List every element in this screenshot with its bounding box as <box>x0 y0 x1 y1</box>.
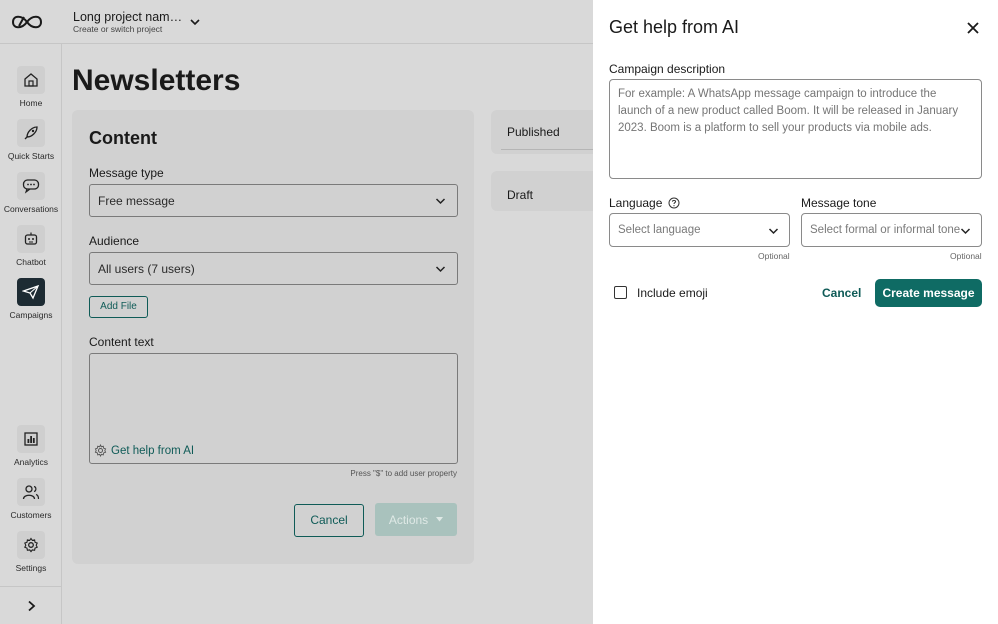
divider <box>501 149 593 150</box>
sidebar-item-label: Chatbot <box>16 257 46 267</box>
create-message-button[interactable]: Create message <box>875 279 982 307</box>
paper-plane-icon <box>17 278 45 306</box>
include-emoji-label[interactable]: Include emoji <box>637 286 708 300</box>
content-card: Content Message type Free message Audien… <box>72 110 474 564</box>
content-card-title: Content <box>89 128 157 148</box>
user-property-hint: Press "$" to add user property <box>350 469 457 478</box>
include-emoji-checkbox[interactable] <box>614 286 627 299</box>
published-card[interactable]: Published <box>491 110 593 154</box>
campaign-description-label: Campaign description <box>609 62 726 76</box>
users-icon <box>17 478 45 506</box>
drawer-cancel-button[interactable]: Cancel <box>822 286 861 300</box>
sidebar-item-conversations[interactable]: Conversations <box>0 172 62 224</box>
sidebar-item-label: Settings <box>15 563 47 573</box>
published-label: Published <box>507 125 560 139</box>
language-select[interactable]: Select language <box>609 213 790 247</box>
chevron-down-icon <box>435 198 446 205</box>
content-text-label: Content text <box>89 335 154 349</box>
sidebar-item-label: Analytics <box>13 457 48 467</box>
message-tone-label: Message tone <box>801 196 877 210</box>
actions-label: Actions <box>388 512 429 527</box>
draft-card[interactable]: Draft <box>491 171 593 211</box>
sidebar-item-settings[interactable]: Settings <box>0 531 62 583</box>
ai-sparkle-icon <box>94 444 107 457</box>
tone-placeholder: Select formal or informal tone <box>810 224 961 236</box>
message-type-label: Message type <box>89 166 164 180</box>
logo-icon[interactable] <box>10 11 44 33</box>
cancel-button[interactable]: Cancel <box>294 504 364 537</box>
chevron-down-icon <box>768 228 779 235</box>
expand-sidebar-button[interactable] <box>0 586 62 624</box>
project-subtitle: Create or switch project <box>73 24 163 34</box>
caret-down-icon <box>436 517 444 522</box>
page-title: Newsletters <box>72 64 241 97</box>
chat-icon <box>17 172 45 200</box>
bar-chart-icon <box>17 425 45 453</box>
add-file-button[interactable]: Add File <box>89 296 148 318</box>
message-tone-select[interactable]: Select formal or informal tone <box>801 213 982 247</box>
actions-button[interactable]: Actions <box>375 503 457 536</box>
audience-value: All users (7 users) <box>98 262 195 276</box>
sidebar-item-label: Campaigns <box>9 310 53 320</box>
home-icon <box>17 66 45 94</box>
language-placeholder: Select language <box>618 224 701 236</box>
ai-link-label: Get help from AI <box>111 444 195 457</box>
language-optional: Optional <box>758 251 790 261</box>
language-label-row: Language <box>609 196 680 210</box>
content-text-input[interactable]: Get help from AI <box>89 353 458 464</box>
audience-select[interactable]: All users (7 users) <box>89 252 458 285</box>
sidebar-item-label: Conversations <box>3 204 59 214</box>
get-help-from-ai-link[interactable]: Get help from AI <box>94 444 194 457</box>
help-circle-icon[interactable] <box>668 197 680 209</box>
message-type-select[interactable]: Free message <box>89 184 458 217</box>
tone-optional: Optional <box>950 251 982 261</box>
campaign-description-input[interactable] <box>609 79 982 179</box>
language-label: Language <box>609 196 663 210</box>
ai-help-drawer: Get help from AI Campaign description La… <box>593 0 998 624</box>
gear-icon <box>17 531 45 559</box>
sidebar-item-campaigns[interactable]: Campaigns <box>0 278 62 330</box>
project-name[interactable]: Long project nam… <box>73 10 182 24</box>
draft-label: Draft <box>507 188 534 202</box>
rocket-icon <box>17 119 45 147</box>
close-icon[interactable] <box>965 20 981 36</box>
sidebar-item-chatbot[interactable]: Chatbot <box>0 225 62 277</box>
robot-icon <box>17 225 45 253</box>
sidebar-item-quick-starts[interactable]: Quick Starts <box>0 119 62 171</box>
sidebar-item-label: Quick Starts <box>7 151 55 161</box>
audience-label: Audience <box>89 234 140 248</box>
top-bar: Long project nam… Create or switch proje… <box>0 0 593 44</box>
drawer-title: Get help from AI <box>609 17 740 37</box>
sidebar: Home Quick Starts Conversations Chatbot … <box>0 44 62 624</box>
chevron-down-icon <box>960 228 971 235</box>
sidebar-item-analytics[interactable]: Analytics <box>0 425 62 477</box>
sidebar-item-home[interactable]: Home <box>0 66 62 118</box>
chevron-right-icon <box>28 600 36 611</box>
chevron-down-icon[interactable] <box>189 17 201 27</box>
sidebar-item-label: Home <box>19 98 43 108</box>
message-type-value: Free message <box>98 194 175 208</box>
chevron-down-icon <box>435 266 446 273</box>
sidebar-item-label: Customers <box>10 510 52 520</box>
sidebar-item-customers[interactable]: Customers <box>0 478 62 530</box>
